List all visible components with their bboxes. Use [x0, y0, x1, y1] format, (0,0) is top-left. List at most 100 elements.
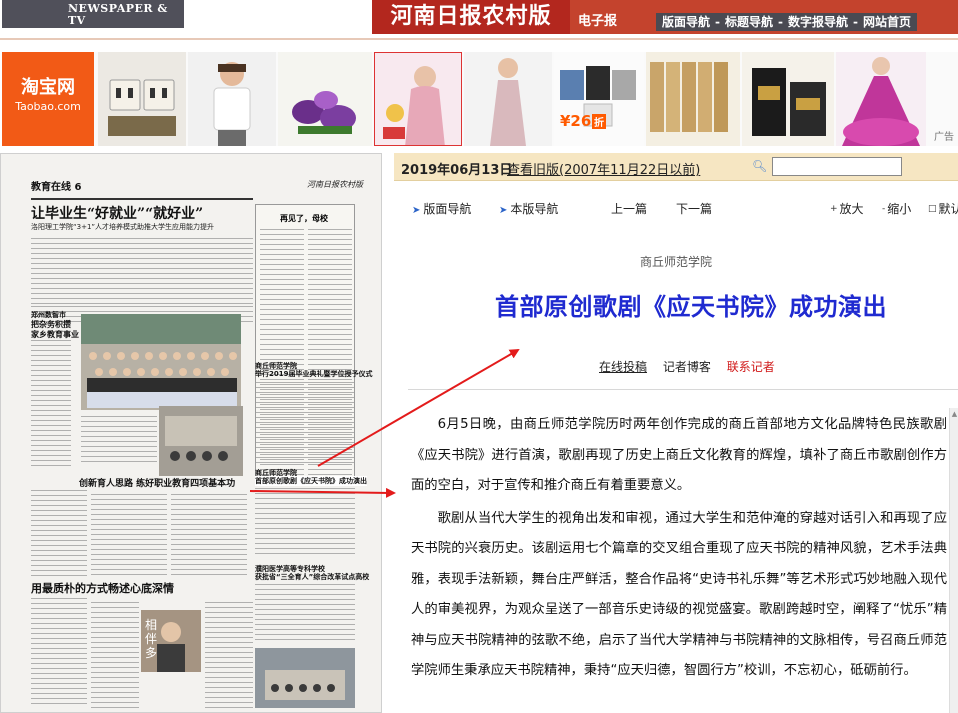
paper-subhead[interactable]: 举行2019届毕业典礼暨学位授予仪式: [255, 369, 372, 379]
zoom-in-button[interactable]: + 放大: [830, 200, 864, 217]
newspaper-page-thumbnail[interactable]: 教育在线 6 河南日报农村版 让毕业生“好就业”“就好业” 洛阳理工学院“3+1…: [0, 153, 382, 713]
ad-product-socket[interactable]: [98, 52, 186, 146]
flowers-image: [292, 91, 356, 134]
nav-home[interactable]: 网站首页: [863, 15, 911, 29]
target-article-headline[interactable]: 首部原创歌剧《应天书院》成功演出: [255, 476, 367, 486]
date-bar: 2019年06月13日 查看旧版(2007年11月22日以前) 🔍︎: [394, 153, 958, 181]
group-photo: [81, 314, 241, 410]
next-article-link[interactable]: 下一篇: [676, 200, 712, 217]
text-block: [255, 584, 355, 644]
reset-icon: □: [928, 204, 937, 214]
paper-subhead[interactable]: 获批省“三全育人”综合改革试点高校: [255, 572, 369, 582]
paper-subhead[interactable]: 创新育人思路 练好职业教育四项基本功: [79, 476, 235, 489]
paper-subhead[interactable]: 家乡教育事业: [31, 329, 79, 340]
logo-line1: NEWSPAPER & TV: [68, 2, 168, 27]
article-paragraph: 6月5日晚，由商丘师范学院历时两年创作完成的商丘首部地方文化品牌特色民族歌剧《应…: [411, 417, 947, 493]
text-block: [31, 238, 253, 304]
contact-reporter-link[interactable]: 联系记者: [727, 360, 775, 374]
reporter-blog-link[interactable]: 记者博客: [663, 360, 711, 374]
site-header: NEWSPAPER & TV ELECTRONICS VERSION 河南日报农…: [0, 0, 958, 40]
jewelry-image: [383, 66, 445, 145]
text-block: [255, 382, 355, 466]
text-block: [31, 340, 71, 468]
article-toolbar: ➤ 版面导航 ➤ 本版导航 上一篇 下一篇 + 放大 - 缩小 □ 默认: [394, 197, 958, 219]
nav-separator: -: [853, 15, 858, 29]
text-block: [205, 602, 253, 708]
dress-image: [490, 58, 526, 146]
issue-date: 2019年06月13日: [401, 163, 513, 178]
scroll-up-icon[interactable]: ▲: [950, 410, 958, 418]
tea-image: [752, 68, 826, 136]
ad-product-boy-shirt[interactable]: [188, 52, 276, 146]
taobao-logo-cn: 淘宝网: [21, 77, 75, 98]
search-input[interactable]: [772, 157, 902, 176]
event-image: [159, 406, 243, 476]
ad-product-tshirts[interactable]: ¥26 折: [554, 52, 644, 146]
taobao-logo[interactable]: 淘宝网 Taobao.com: [2, 52, 94, 146]
zoom-out-label: 缩小: [887, 202, 912, 216]
newspaper-tv-logo[interactable]: NEWSPAPER & TV ELECTRONICS VERSION: [2, 0, 184, 36]
this-page-nav-label: 本版导航: [510, 202, 559, 216]
nav-title-nav[interactable]: 标题导航: [725, 15, 773, 29]
school-image: [255, 648, 355, 708]
ad-price: ¥26: [560, 112, 592, 130]
text-block: [31, 598, 87, 708]
article-body: 6月5日晚，由商丘师范学院历时两年创作完成的商丘首部地方文化品牌特色民族歌剧《应…: [411, 410, 947, 689]
paper-headline[interactable]: 让毕业生“好就业”“就好业”: [31, 203, 251, 223]
ad-product-gown[interactable]: [836, 52, 926, 146]
this-page-nav-link[interactable]: ➤ 本版导航: [499, 200, 558, 217]
arrow-right-icon: ➤: [499, 205, 508, 216]
old-version-link[interactable]: 查看旧版(2007年11月22日以前): [507, 159, 700, 178]
boy-image: [213, 62, 251, 146]
page-nav-label: 版面导航: [423, 202, 472, 216]
article-divider: [408, 389, 958, 390]
article-source: 商丘师范学院: [639, 255, 712, 269]
submit-online-link[interactable]: 在线投稿: [599, 360, 647, 374]
article-paragraph: 歌剧从当代大学生的视角出发和审视，通过大学生和范仲淹的穿越对话引入和再现了应天书…: [411, 510, 947, 679]
gown-image: [842, 57, 920, 146]
text-block: [91, 602, 139, 708]
ad-product-tea[interactable]: [742, 52, 834, 146]
site-title[interactable]: 河南日报农村版: [372, 0, 570, 34]
text-block: [171, 494, 247, 578]
side-story-title: 再见了，母校: [280, 214, 328, 223]
socket-image: [108, 79, 176, 136]
zoom-in-label: 放大: [839, 202, 864, 216]
text-block: [91, 494, 167, 578]
page-nav-link[interactable]: ➤ 版面导航: [412, 200, 471, 217]
article-scrollbar[interactable]: ▲: [949, 408, 958, 713]
taobao-logo-en: Taobao.com: [15, 100, 81, 113]
taobao-ad-banner[interactable]: 淘宝网 Taobao.com ¥26 折 广告: [2, 52, 958, 146]
article-title: 首部原创歌剧《应天书院》成功演出: [495, 293, 887, 321]
event-photo[interactable]: [159, 406, 243, 476]
graduates-photo[interactable]: [81, 314, 241, 410]
nav-separator: -: [778, 15, 783, 29]
paper-brand: 河南日报农村版: [307, 180, 363, 189]
ad-product-books[interactable]: [646, 52, 740, 146]
nav-digital-nav[interactable]: 数字报导航: [788, 15, 848, 29]
nav-page-nav[interactable]: 版面导航: [662, 15, 710, 29]
page: NEWSPAPER & TV ELECTRONICS VERSION 河南日报农…: [0, 0, 958, 713]
zoom-out-button[interactable]: - 缩小: [882, 200, 911, 217]
header-nav: 版面导航 - 标题导航 - 数字报导航 - 网站首页: [656, 13, 918, 31]
ad-product-flowers[interactable]: [278, 52, 372, 146]
arrow-right-icon: ➤: [412, 205, 421, 216]
epaper-label: 电子报: [578, 14, 618, 29]
text-block: [31, 490, 87, 578]
paper-subhead[interactable]: 用最质朴的方式畅述心底深情: [31, 580, 174, 596]
default-size-button[interactable]: □ 默认: [928, 200, 958, 217]
search-icon[interactable]: 🔍︎: [752, 159, 767, 173]
text-block: [255, 488, 355, 558]
article-meta: 在线投稿 记者博客 联系记者: [599, 358, 775, 375]
discount-tag: 折: [592, 114, 606, 129]
nav-separator: -: [715, 15, 720, 29]
epaper-bar: 电子报 版面导航 - 标题导航 - 数字报导航 - 网站首页: [570, 0, 958, 34]
default-size-label: 默认: [938, 202, 958, 216]
school-photo[interactable]: [255, 648, 355, 708]
text-block: [81, 416, 157, 466]
prev-article-link[interactable]: 上一篇: [611, 200, 647, 217]
article-pane: 2019年06月13日 查看旧版(2007年11月22日以前) 🔍︎ ➤ 版面导航…: [394, 153, 958, 713]
ad-product-jewelry[interactable]: [374, 52, 462, 146]
portrait-photo[interactable]: 相伴多: [141, 610, 201, 672]
ad-product-dress[interactable]: [464, 52, 552, 146]
